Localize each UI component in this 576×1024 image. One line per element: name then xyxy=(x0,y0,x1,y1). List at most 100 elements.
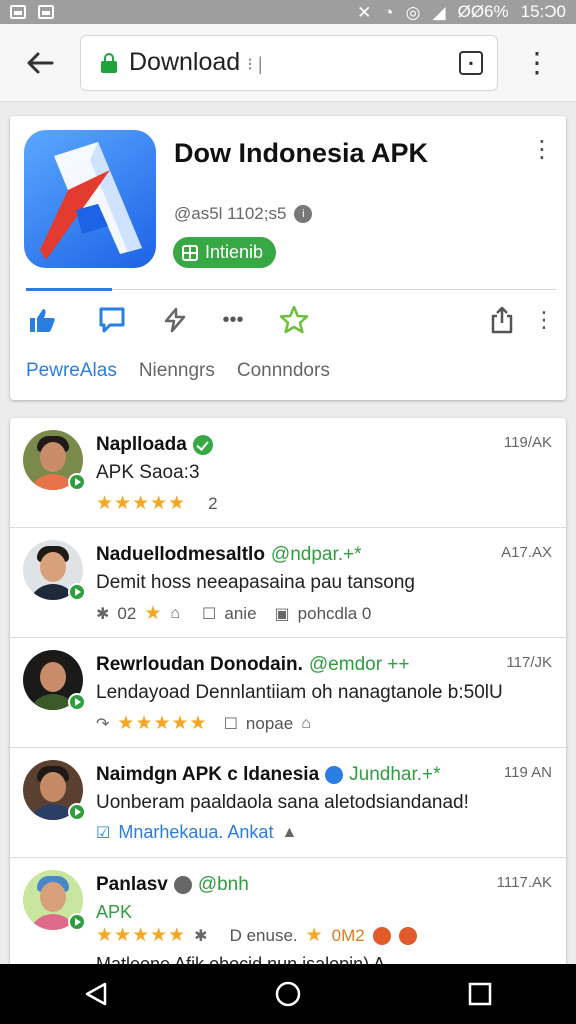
url-field[interactable]: Download ⁝ | ▪ xyxy=(80,34,498,91)
review-count: 2 xyxy=(208,493,218,513)
app-card: Dow Indonesia APK @as5l 1102;s5 i Intien… xyxy=(10,116,566,400)
reviewer-handle[interactable]: @emdor ++ xyxy=(309,654,410,676)
status-right: ✕ ◔ ◎ ◢ ØØ6% 15:Ɔ0 xyxy=(357,2,566,22)
review-link[interactable]: Mnarhekaua. Ankat xyxy=(118,822,273,843)
system-nav-bar xyxy=(0,964,576,1024)
reviewer-handle[interactable]: @bnh xyxy=(198,874,249,896)
favorite-button[interactable] xyxy=(274,302,314,338)
review-time: 1117.AK xyxy=(496,874,552,891)
more-horiz-icon: ••• xyxy=(222,308,244,331)
comment-button[interactable] xyxy=(92,302,132,338)
square-icon: ☐ xyxy=(223,715,238,733)
nav-recents-button[interactable] xyxy=(440,964,520,1024)
review-time: A17.AX xyxy=(501,544,552,561)
overflow-menu-button[interactable]: ⋮ xyxy=(498,24,576,102)
share-button[interactable] xyxy=(482,302,522,338)
comment-icon xyxy=(99,307,125,333)
reviewer-name: Panlasv @bnh xyxy=(96,874,249,896)
thumbs-up-icon[interactable]: ▲ xyxy=(281,824,297,842)
lock-icon xyxy=(101,52,117,73)
globe-icon xyxy=(173,876,192,894)
url-value: Download xyxy=(129,48,241,76)
verified-badge-icon xyxy=(68,473,86,491)
tab-ratings[interactable]: Nienngrs xyxy=(139,360,215,382)
meta-label-2[interactable]: pohcdla 0 xyxy=(298,604,372,624)
reviewer-handle[interactable]: @ndpar.+* xyxy=(271,544,362,566)
meta-label[interactable]: D enuse. xyxy=(230,926,298,946)
nav-back-button[interactable] xyxy=(56,964,136,1024)
arrow-left-icon xyxy=(27,52,54,73)
checkbox-icon[interactable]: ☑ xyxy=(96,823,110,843)
reply-icon[interactable]: ↷ xyxy=(96,714,109,734)
verified-badge-icon xyxy=(68,693,86,711)
battery-percent: ØØ6% xyxy=(457,2,509,21)
review-meta: ↷ ★★★★★ ☐ nopae ⌂ xyxy=(96,712,311,735)
gallery-notification-icon xyxy=(10,5,26,19)
thumbs-up-icon xyxy=(30,309,55,332)
grid-icon xyxy=(182,244,198,261)
review-text: APK xyxy=(96,902,133,922)
photo-icon: ▣ xyxy=(274,605,290,623)
square-recents-icon xyxy=(468,982,492,1006)
meta-count: 02 xyxy=(117,603,137,623)
tab-reviews[interactable]: PewreAlas xyxy=(26,360,117,382)
app-logo-graphic xyxy=(40,142,142,260)
review-meta: ☑ Mnarhekaua. Ankat ▲ xyxy=(96,822,297,843)
meta-label-2: 0M2 xyxy=(331,925,365,945)
star-small: ★ xyxy=(305,925,324,946)
action-overflow-button[interactable]: ⋮ xyxy=(524,302,564,338)
more-actions-button[interactable]: ••• xyxy=(213,302,253,338)
image-notification-icon xyxy=(38,5,54,19)
app-title: Dow Indonesia APK xyxy=(174,138,429,168)
review-item[interactable]: Naplloada 119/AK APK Saoa:3 ★★★★★ 2 xyxy=(10,418,566,528)
review-time: 119 AN xyxy=(503,764,552,781)
reviewer-name-text: Rewrloudan Donodain. xyxy=(96,654,303,675)
status-left xyxy=(10,5,54,19)
meta-label[interactable]: nopae xyxy=(246,714,293,734)
signal-icon: ◢ xyxy=(432,2,446,22)
home-icon[interactable]: ⌂ xyxy=(301,715,311,733)
review-text: Lendayoad Dennlantiiam oh nanagtanole b:… xyxy=(96,682,503,703)
tab-comments[interactable]: Connndors xyxy=(237,360,330,382)
verified-blue-icon xyxy=(325,766,344,784)
reviewer-name: Naplloada xyxy=(96,434,213,456)
reviewer-name-text: Panlasv xyxy=(96,874,168,895)
review-text: APK Saoa:3 xyxy=(96,462,200,483)
wifi-icon: ◔ xyxy=(383,2,394,22)
action-row: ••• ⋮ xyxy=(10,302,566,342)
url-text[interactable]: Download ⁝ | xyxy=(129,48,459,77)
back-button[interactable] xyxy=(0,24,80,102)
like-button[interactable] xyxy=(22,302,62,338)
install-button[interactable]: Intienib xyxy=(173,237,277,268)
review-time: 117/JK xyxy=(506,654,552,671)
review-item[interactable]: Naimdgn APK c ldanesia Jundhar.+* 119 AN… xyxy=(10,748,566,858)
install-label: Intienib xyxy=(205,242,264,262)
info-icon[interactable]: i xyxy=(294,205,313,223)
star-outline-icon xyxy=(279,305,309,334)
active-indicator xyxy=(26,288,112,291)
reviewer-name: Rewrloudan Donodain. @emdor ++ xyxy=(96,654,410,676)
emoji-icon xyxy=(372,926,391,945)
more-vert-icon: ⋮ xyxy=(523,47,551,78)
more-vert-icon: ⋮ xyxy=(530,136,554,163)
star-rating: ★★★★★ xyxy=(96,925,187,946)
reviewer-name: Naduellodmesaltlo @ndpar.+* xyxy=(96,544,362,566)
verified-badge-icon xyxy=(68,913,86,931)
card-menu-button[interactable]: ⋮ xyxy=(530,138,554,162)
share-arrow-button[interactable] xyxy=(155,302,195,338)
review-item[interactable]: Rewrloudan Donodain. @emdor ++ 117/JK Le… xyxy=(10,638,566,748)
forward-icon xyxy=(164,307,186,333)
review-meta: ✱ 02 ★ ⌂ ☐ anie ▣ pohcdla 0 xyxy=(96,602,371,625)
reviewer-name: Naimdgn APK c ldanesia Jundhar.+* xyxy=(96,764,441,786)
reviewer-handle[interactable]: Jundhar.+* xyxy=(349,764,440,786)
triangle-back-icon xyxy=(85,982,107,1006)
meta-label[interactable]: anie xyxy=(224,604,256,624)
review-list: Naplloada 119/AK APK Saoa:3 ★★★★★ 2 Nadu… xyxy=(10,418,566,978)
review-item[interactable]: Naduellodmesaltlo @ndpar.+* A17.AX Demit… xyxy=(10,528,566,638)
home-icon[interactable]: ⌂ xyxy=(170,605,180,623)
app-subtitle-text: @as5l 1102;s5 xyxy=(174,204,287,223)
nav-home-button[interactable] xyxy=(248,964,328,1024)
circle-home-icon xyxy=(275,981,301,1007)
review-item[interactable]: Panlasv @bnh 1117.AK APK ★★★★★ ✱ D enuse… xyxy=(10,858,566,974)
tab-switcher-button[interactable]: ▪ xyxy=(459,50,483,75)
